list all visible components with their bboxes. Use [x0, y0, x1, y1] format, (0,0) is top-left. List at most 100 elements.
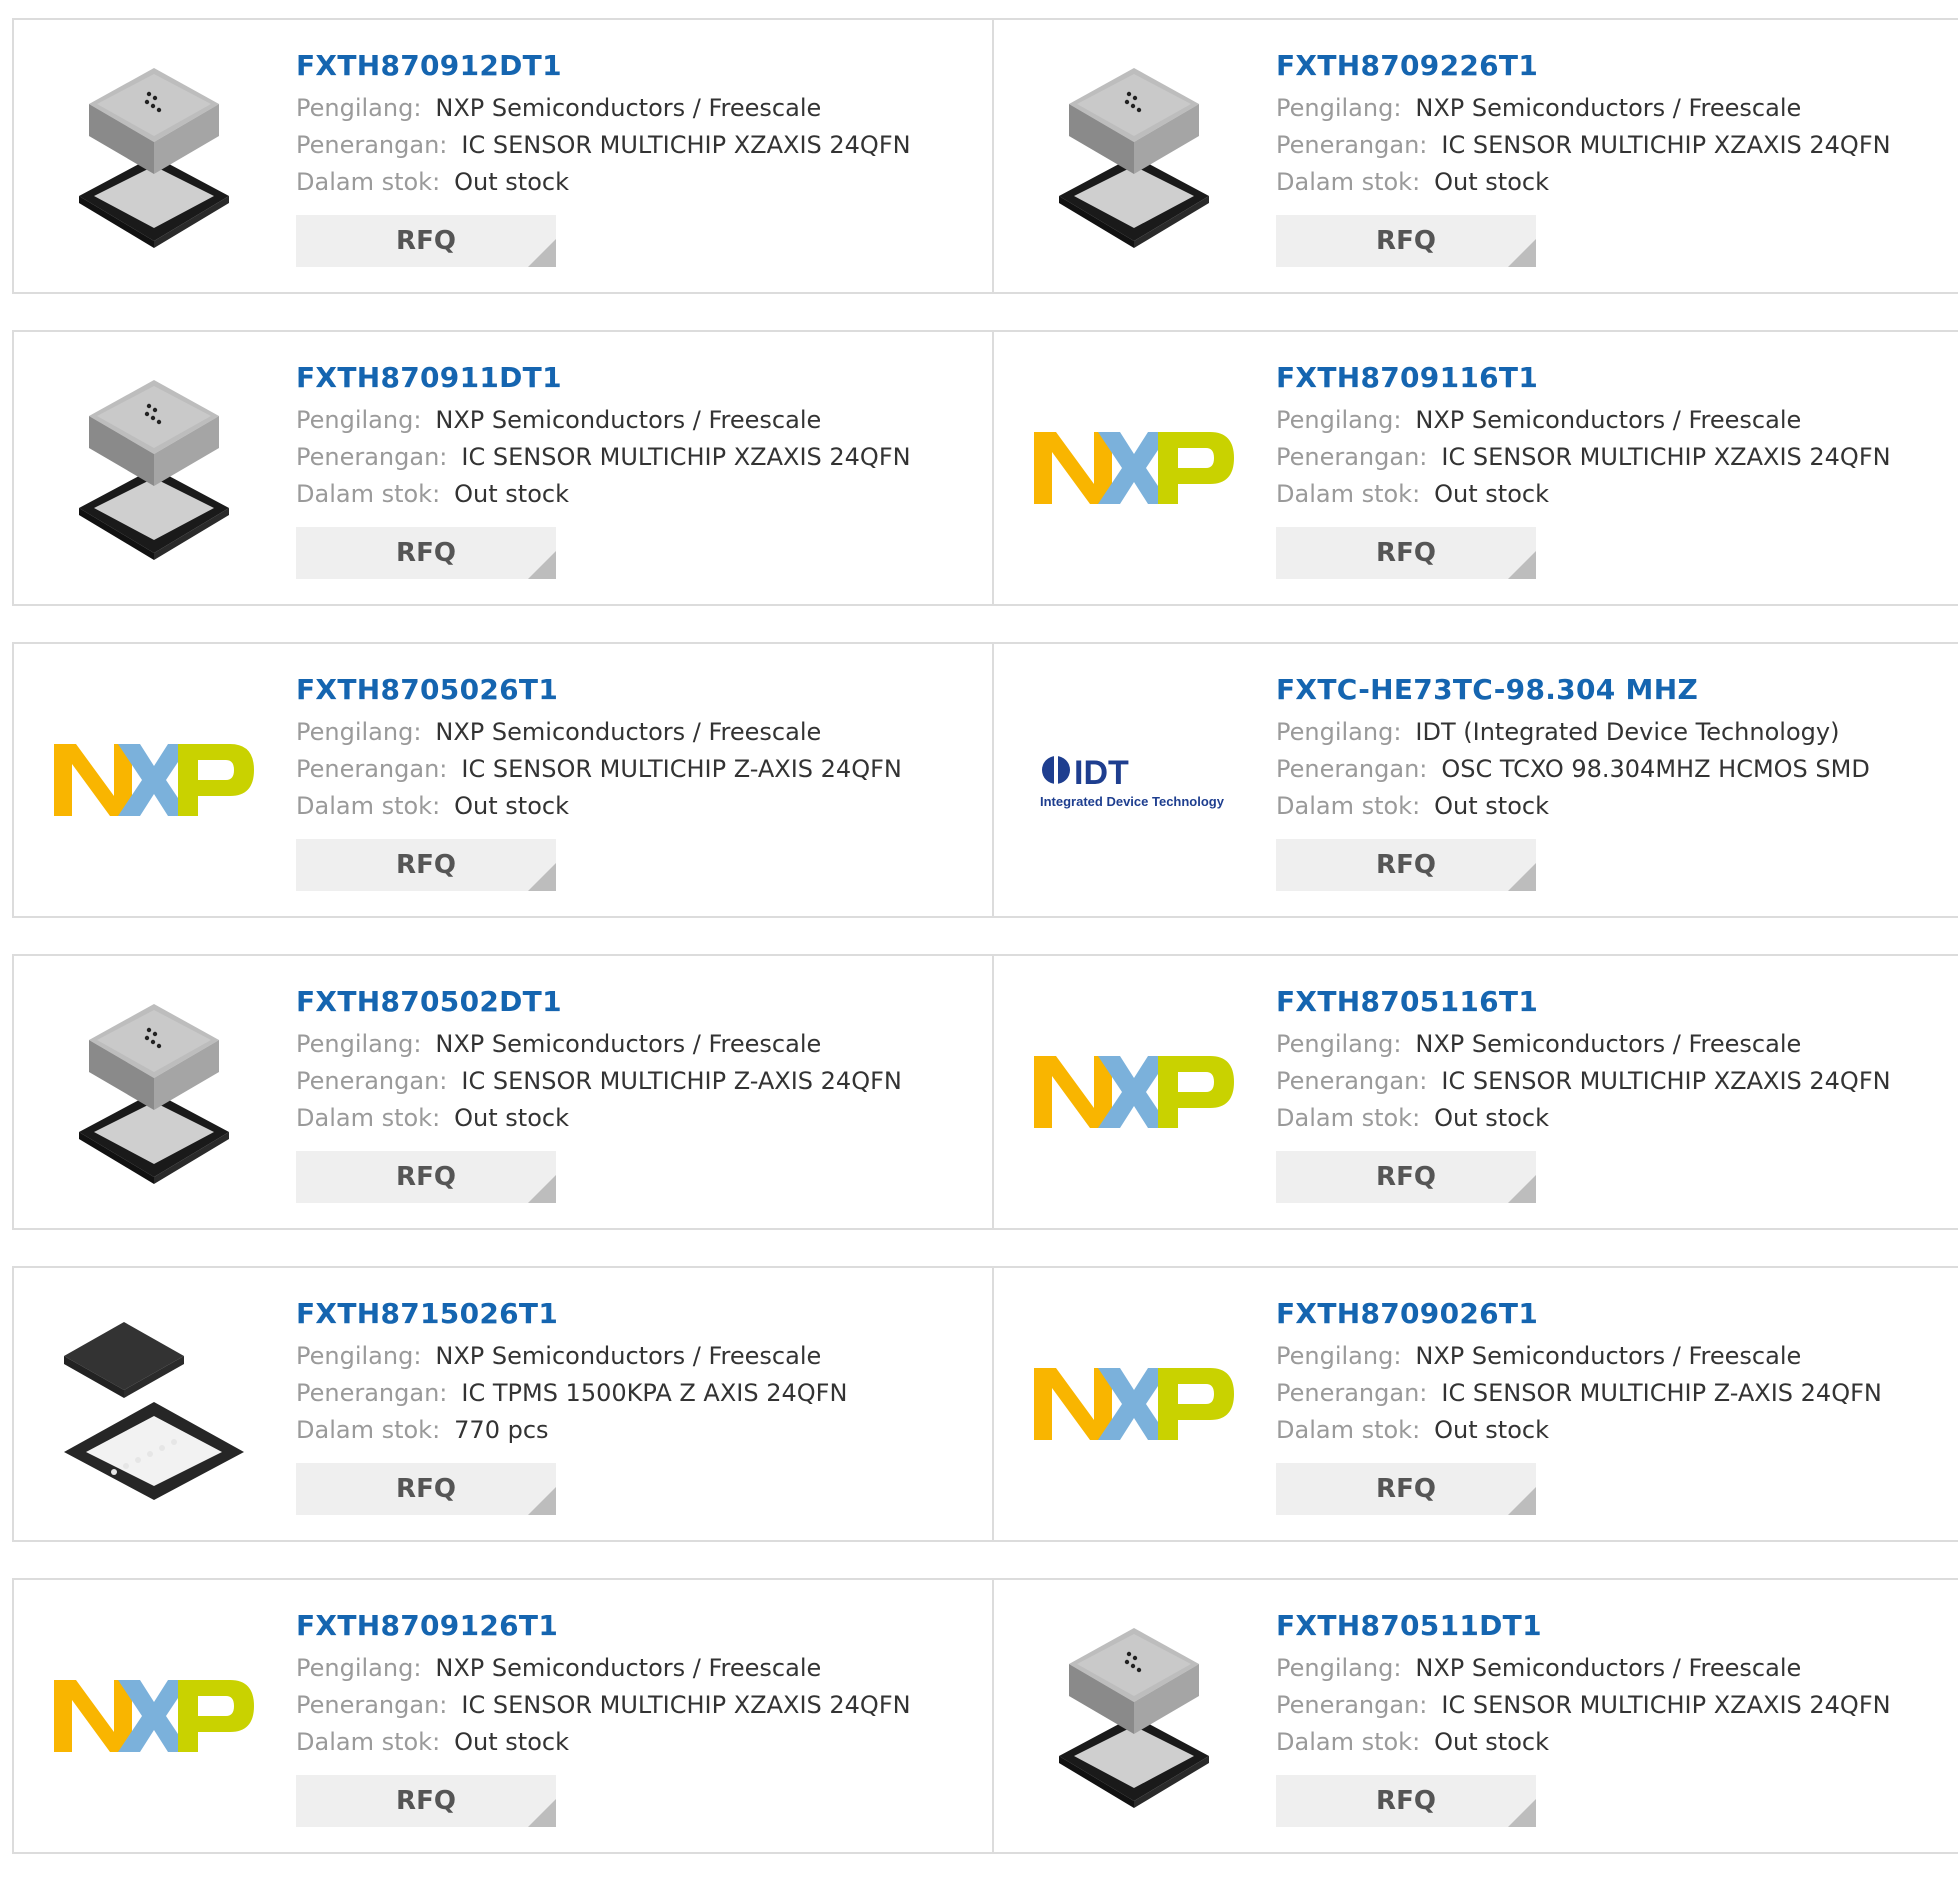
rfq-label: RFQ: [396, 1474, 456, 1504]
product-image[interactable]: [54, 992, 254, 1192]
svg-text:IDT: IDT: [1074, 754, 1129, 792]
product-info: FXTH8709226T1 Pengilang: NXP Semiconducto…: [1276, 46, 1891, 292]
product-info: FXTC-HE73TC-98.304 MHZ Pengilang: IDT (In…: [1276, 670, 1870, 916]
rfq-label: RFQ: [396, 1786, 456, 1816]
corner-triangle-icon: [1508, 1175, 1536, 1203]
corner-triangle-icon: [528, 1487, 556, 1515]
product-info: FXTH8709026T1 Pengilang: NXP Semiconducto…: [1276, 1294, 1882, 1540]
rfq-button[interactable]: RFQ: [1276, 839, 1536, 891]
part-number-link[interactable]: FXTH870502DT1: [296, 982, 902, 1026]
product-image[interactable]: [54, 368, 254, 568]
description-value: IC TPMS 1500KPA Z AXIS 24QFN: [461, 1379, 848, 1407]
rfq-button[interactable]: RFQ: [296, 1775, 556, 1827]
description-label: Penerangan:: [1276, 1691, 1428, 1719]
rfq-button[interactable]: RFQ: [1276, 215, 1536, 267]
manufacturer-value: NXP Semiconductors / Freescale: [435, 94, 822, 122]
product-image[interactable]: [54, 56, 254, 256]
part-number-link[interactable]: FXTH8709226T1: [1276, 46, 1891, 90]
stock-label: Dalam stok:: [296, 480, 441, 508]
product-info: FXTH8709116T1 Pengilang: NXP Semiconducto…: [1276, 358, 1891, 604]
rfq-button[interactable]: RFQ: [1276, 1151, 1536, 1203]
rfq-button[interactable]: RFQ: [296, 215, 556, 267]
part-number-link[interactable]: FXTH8715026T1: [296, 1294, 847, 1338]
product-card: FXTH8709226T1 Pengilang: NXP Semiconducto…: [992, 20, 1958, 292]
rfq-label: RFQ: [1376, 1162, 1436, 1192]
product-row: FXTH870911DT1 Pengilang: NXP Semiconducto…: [12, 330, 1958, 606]
stock-row: Dalam stok: Out stock: [296, 788, 902, 825]
rfq-button[interactable]: RFQ: [1276, 1463, 1536, 1515]
part-number-link[interactable]: FXTH8709126T1: [296, 1606, 911, 1650]
manufacturer-label: Pengilang:: [1276, 1654, 1402, 1682]
product-image[interactable]: [1034, 368, 1234, 568]
description-row: Penerangan: IC SENSOR MULTICHIP XZAXIS 24…: [1276, 439, 1891, 476]
description-value: IC SENSOR MULTICHIP Z-AXIS 24QFN: [461, 1067, 902, 1095]
manufacturer-value: NXP Semiconductors / Freescale: [1415, 1342, 1802, 1370]
product-image[interactable]: [1034, 56, 1234, 256]
description-label: Penerangan:: [1276, 131, 1428, 159]
manufacturer-row: Pengilang: IDT (Integrated Device Technol…: [1276, 714, 1870, 751]
corner-triangle-icon: [1508, 239, 1536, 267]
stock-value: Out stock: [1434, 480, 1549, 508]
description-value: IC SENSOR MULTICHIP XZAXIS 24QFN: [461, 131, 911, 159]
part-number-link[interactable]: FXTH8709026T1: [1276, 1294, 1882, 1338]
part-number-link[interactable]: FXTH8705116T1: [1276, 982, 1891, 1026]
rfq-button[interactable]: RFQ: [296, 1463, 556, 1515]
manufacturer-label: Pengilang:: [296, 718, 422, 746]
rfq-button[interactable]: RFQ: [296, 1151, 556, 1203]
description-row: Penerangan: IC SENSOR MULTICHIP XZAXIS 24…: [1276, 127, 1891, 164]
stock-row: Dalam stok: 770 pcs: [296, 1412, 847, 1449]
stock-row: Dalam stok: Out stock: [1276, 164, 1891, 201]
part-number-link[interactable]: FXTC-HE73TC-98.304 MHZ: [1276, 670, 1870, 714]
part-number-link[interactable]: FXTH870912DT1: [296, 46, 911, 90]
product-image[interactable]: [54, 1304, 254, 1504]
manufacturer-row: Pengilang: NXP Semiconductors / Freescale: [1276, 402, 1891, 439]
product-info: FXTH8705026T1 Pengilang: NXP Semiconducto…: [296, 670, 902, 916]
stock-value: Out stock: [1434, 792, 1549, 820]
manufacturer-label: Pengilang:: [296, 1654, 422, 1682]
description-row: Penerangan: IC SENSOR MULTICHIP XZAXIS 24…: [296, 1687, 911, 1724]
product-image[interactable]: IDT Integrated Device Technology: [1034, 680, 1234, 880]
stock-row: Dalam stok: Out stock: [1276, 1724, 1891, 1761]
part-number-link[interactable]: FXTH8705026T1: [296, 670, 902, 714]
part-number-link[interactable]: FXTH870511DT1: [1276, 1606, 1891, 1650]
part-number-link[interactable]: FXTH870911DT1: [296, 358, 911, 402]
product-image[interactable]: [1034, 1304, 1234, 1504]
rfq-label: RFQ: [1376, 1786, 1436, 1816]
rfq-button[interactable]: RFQ: [1276, 527, 1536, 579]
product-image[interactable]: [1034, 1616, 1234, 1816]
manufacturer-row: Pengilang: NXP Semiconductors / Freescale: [1276, 90, 1891, 127]
stock-value: Out stock: [1434, 168, 1549, 196]
stock-row: Dalam stok: Out stock: [296, 164, 911, 201]
product-info: FXTH870911DT1 Pengilang: NXP Semiconducto…: [296, 358, 911, 604]
rfq-button[interactable]: RFQ: [296, 839, 556, 891]
stock-row: Dalam stok: Out stock: [1276, 788, 1870, 825]
product-row: FXTH870502DT1 Pengilang: NXP Semiconducto…: [12, 954, 1958, 1230]
description-row: Penerangan: IC SENSOR MULTICHIP XZAXIS 24…: [1276, 1687, 1891, 1724]
manufacturer-value: NXP Semiconductors / Freescale: [435, 406, 822, 434]
product-row: FXTH870912DT1 Pengilang: NXP Semiconducto…: [12, 18, 1958, 294]
product-card: FXTH8715026T1 Pengilang: NXP Semiconducto…: [14, 1268, 992, 1540]
product-info: FXTH8715026T1 Pengilang: NXP Semiconducto…: [296, 1294, 847, 1540]
manufacturer-label: Pengilang:: [1276, 1342, 1402, 1370]
product-image[interactable]: [1034, 992, 1234, 1192]
manufacturer-label: Pengilang:: [296, 1030, 422, 1058]
description-row: Penerangan: IC SENSOR MULTICHIP XZAXIS 24…: [296, 439, 911, 476]
product-image[interactable]: [54, 680, 254, 880]
manufacturer-value: NXP Semiconductors / Freescale: [1415, 406, 1802, 434]
rfq-button[interactable]: RFQ: [1276, 1775, 1536, 1827]
description-value: IC SENSOR MULTICHIP XZAXIS 24QFN: [1441, 1691, 1891, 1719]
stock-value: Out stock: [454, 1728, 569, 1756]
manufacturer-value: NXP Semiconductors / Freescale: [435, 1030, 822, 1058]
rfq-button[interactable]: RFQ: [296, 527, 556, 579]
stock-label: Dalam stok:: [1276, 1416, 1421, 1444]
product-image[interactable]: [54, 1616, 254, 1816]
manufacturer-row: Pengilang: NXP Semiconductors / Freescale: [1276, 1026, 1891, 1063]
stock-label: Dalam stok:: [1276, 792, 1421, 820]
part-number-link[interactable]: FXTH8709116T1: [1276, 358, 1891, 402]
manufacturer-label: Pengilang:: [1276, 94, 1402, 122]
description-label: Penerangan:: [296, 755, 448, 783]
manufacturer-label: Pengilang:: [1276, 1030, 1402, 1058]
description-row: Penerangan: IC SENSOR MULTICHIP Z-AXIS 24…: [296, 751, 902, 788]
corner-triangle-icon: [528, 863, 556, 891]
product-card: FXTH870502DT1 Pengilang: NXP Semiconducto…: [14, 956, 992, 1228]
